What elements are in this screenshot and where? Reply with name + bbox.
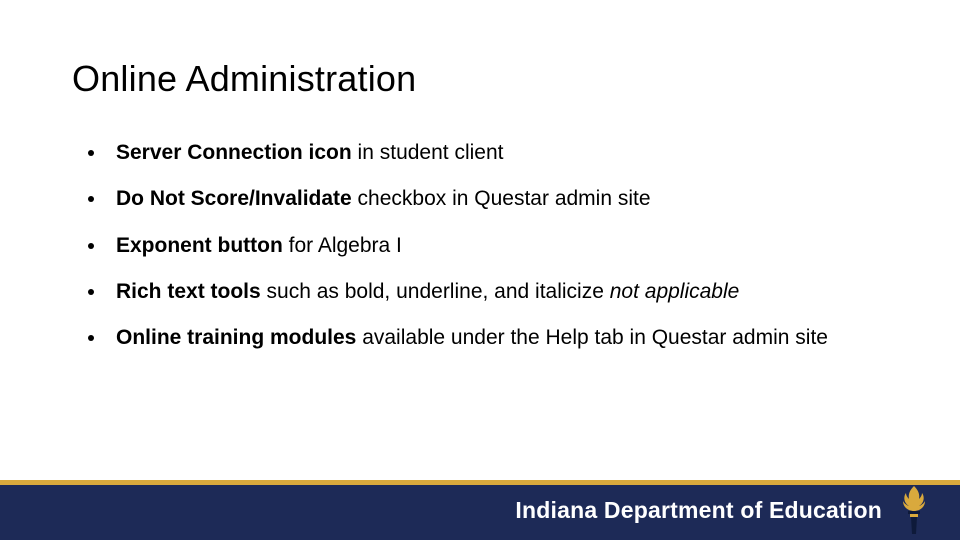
list-item: Exponent button for Algebra I (88, 233, 880, 259)
bullet-icon (88, 196, 94, 202)
torch-icon (896, 484, 932, 536)
bullet-icon (88, 243, 94, 249)
list-item: Do Not Score/Invalidate checkbox in Ques… (88, 186, 880, 212)
bullet-icon (88, 289, 94, 295)
list-item: Server Connection icon in student client (88, 140, 880, 166)
bullet-list: Server Connection icon in student client… (88, 140, 880, 371)
list-item: Online training modules available under … (88, 325, 880, 351)
list-item-text: Online training modules available under … (116, 325, 880, 351)
list-item-text: Rich text tools such as bold, underline,… (116, 279, 880, 305)
list-item-text: Do Not Score/Invalidate checkbox in Ques… (116, 186, 880, 212)
bullet-icon (88, 150, 94, 156)
footer-org-name: Indiana Department of Education (515, 497, 882, 524)
list-item-text: Exponent button for Algebra I (116, 233, 880, 259)
list-item: Rich text tools such as bold, underline,… (88, 279, 880, 305)
slide: Online Administration Server Connection … (0, 0, 960, 540)
footer-content: Indiana Department of Education (515, 480, 932, 540)
bullet-icon (88, 335, 94, 341)
slide-title: Online Administration (72, 58, 416, 100)
list-item-text: Server Connection icon in student client (116, 140, 880, 166)
footer-bar: Indiana Department of Education (0, 480, 960, 540)
